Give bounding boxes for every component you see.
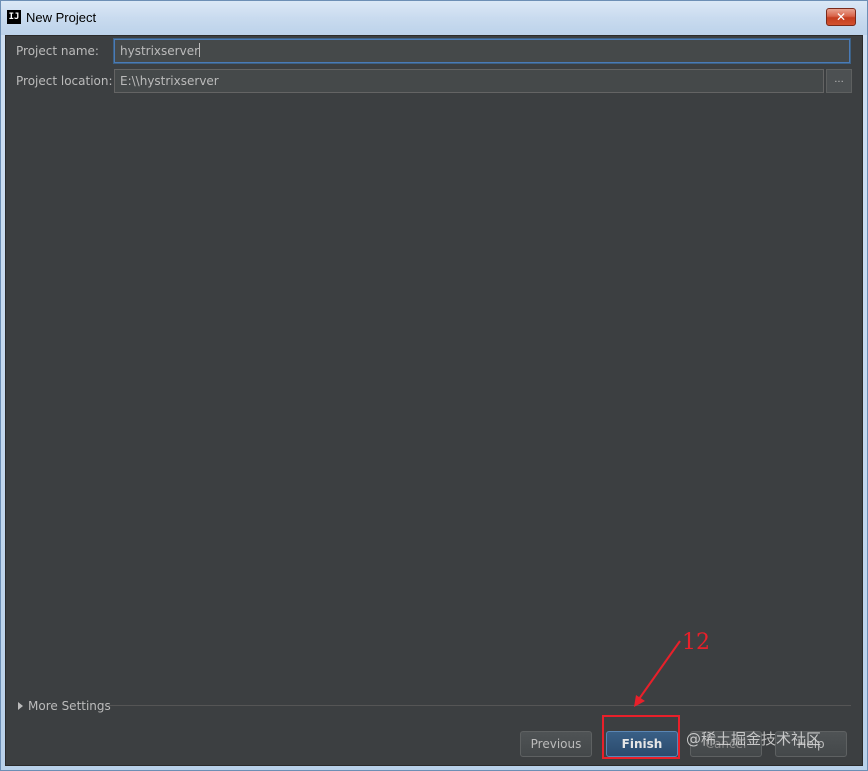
project-name-label: Project name: xyxy=(16,44,99,58)
dialog-window: IJ New Project ✕ Project name: hystrixse… xyxy=(0,0,868,771)
project-name-value: hystrixserver xyxy=(120,44,200,58)
close-icon: ✕ xyxy=(835,10,847,24)
browse-location-button[interactable]: ... xyxy=(826,69,852,93)
project-location-input[interactable]: E:\\hystrixserver xyxy=(114,69,824,93)
project-location-value: E:\\hystrixserver xyxy=(120,74,219,88)
annotation-highlight-box xyxy=(602,715,680,759)
title-bar[interactable]: IJ New Project ✕ xyxy=(1,1,867,35)
close-button[interactable]: ✕ xyxy=(826,8,856,26)
project-name-input[interactable]: hystrixserver xyxy=(114,39,850,63)
window-title: New Project xyxy=(26,10,97,25)
annotation-step-number: 12 xyxy=(682,630,710,655)
more-settings-label: More Settings xyxy=(28,699,111,713)
project-location-label: Project location: xyxy=(16,74,113,88)
separator-line xyxy=(108,705,851,706)
previous-button[interactable]: Previous xyxy=(520,731,592,757)
text-caret xyxy=(199,43,201,57)
expand-triangle-icon xyxy=(18,702,23,710)
intellij-app-icon: IJ xyxy=(7,10,21,24)
watermark-text: @稀土掘金技术社区 xyxy=(686,730,822,748)
more-settings-toggle[interactable]: More Settings xyxy=(16,698,851,714)
dialog-content: Project name: hystrixserver Project loca… xyxy=(5,35,863,766)
